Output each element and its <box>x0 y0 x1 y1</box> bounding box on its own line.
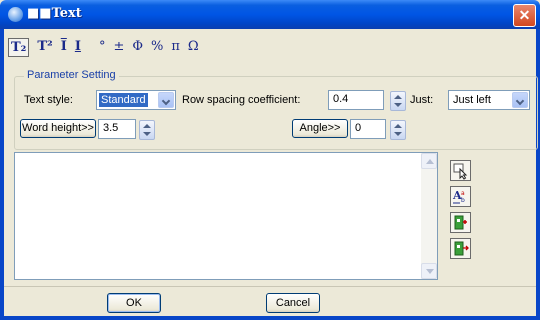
text-style-select[interactable]: Standard <box>96 90 176 110</box>
row-spacing-input[interactable]: 0.4 <box>328 90 384 110</box>
insert-field-button[interactable] <box>450 238 471 259</box>
angle-input[interactable]: 0 <box>350 119 386 139</box>
just-value: Just left <box>453 94 491 106</box>
omega-button[interactable]: Ω <box>188 37 199 57</box>
text-dialog: ■■Text ✕ T₂ T² I I ° ± Φ % π Ω Parameter… <box>0 0 540 320</box>
angle-spinner[interactable] <box>390 120 406 140</box>
parameter-setting-legend: Parameter Setting <box>24 69 119 81</box>
app-icon <box>8 7 23 22</box>
spin-up-icon[interactable] <box>394 124 402 128</box>
overline-button[interactable]: I <box>61 37 67 57</box>
svg-text:b: b <box>461 197 465 204</box>
angle-button[interactable]: Angle>> <box>292 119 348 138</box>
underline-button[interactable]: I <box>75 37 81 57</box>
parameter-setting-group <box>14 76 538 150</box>
close-button[interactable]: ✕ <box>513 4 536 27</box>
window-frame-bottom <box>0 316 540 320</box>
word-height-spinner[interactable] <box>139 120 155 140</box>
ok-button[interactable]: OK <box>107 293 161 313</box>
text-format-button[interactable]: A a b <box>450 186 471 207</box>
spin-up-icon[interactable] <box>143 124 151 128</box>
insert-symbol-button[interactable] <box>450 212 471 233</box>
cancel-button[interactable]: Cancel <box>266 293 320 313</box>
degree-button[interactable]: ° <box>99 37 106 57</box>
title-label: Text <box>51 6 82 21</box>
superscript-button[interactable]: T² <box>37 37 52 57</box>
footer-separator <box>4 286 536 287</box>
plus-minus-button[interactable]: ± <box>113 37 124 57</box>
text-style-value: Standard <box>99 93 148 107</box>
text-editor[interactable] <box>14 152 438 280</box>
subscript-button[interactable]: T₂ <box>8 37 30 57</box>
symbol-toolbar: T₂ T² I I ° ± Φ % π Ω <box>8 36 207 58</box>
close-icon: ✕ <box>518 7 531 23</box>
title-bar[interactable]: ■■Text ✕ <box>0 0 540 29</box>
spin-down-icon[interactable] <box>394 132 402 136</box>
just-label: Just: <box>410 94 434 106</box>
just-select[interactable]: Just left <box>448 90 530 110</box>
row-spacing-label: Row spacing coefficient: <box>182 94 301 106</box>
row-spacing-spinner[interactable] <box>390 91 406 111</box>
word-height-input[interactable]: 3.5 <box>98 119 136 139</box>
insert-field-icon <box>454 241 469 256</box>
text-style-label: Text style: <box>24 94 73 106</box>
diameter-button[interactable]: Φ <box>132 37 143 57</box>
chevron-down-icon[interactable] <box>512 92 528 108</box>
word-height-button[interactable]: Word height>> <box>20 119 96 138</box>
text-format-icon: A a b <box>452 189 465 204</box>
pick-text-button[interactable] <box>450 160 471 181</box>
chevron-down-icon[interactable] <box>158 92 174 108</box>
spin-down-icon[interactable] <box>394 103 402 107</box>
window-frame-right <box>536 29 540 320</box>
pick-text-icon <box>453 163 468 180</box>
spin-up-icon[interactable] <box>394 95 402 99</box>
title-prefix-glyph: ■■ <box>27 6 52 21</box>
svg-text:a: a <box>461 190 465 197</box>
window-title: ■■Text <box>27 6 82 21</box>
pi-button[interactable]: π <box>171 37 180 57</box>
percent-button[interactable]: % <box>151 37 163 57</box>
window-frame-left <box>0 29 4 320</box>
insert-symbol-icon <box>454 215 467 230</box>
spin-down-icon[interactable] <box>143 132 151 136</box>
